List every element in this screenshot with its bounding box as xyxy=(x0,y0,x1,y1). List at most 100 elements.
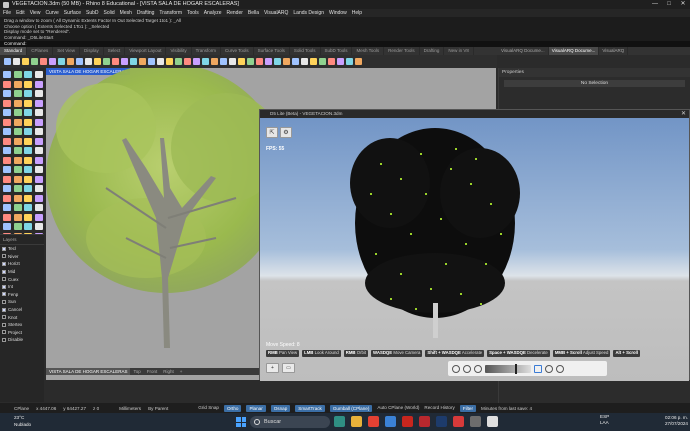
menu-item-visualarq[interactable]: VisualARQ xyxy=(264,9,288,17)
tool-icon[interactable] xyxy=(24,80,32,88)
layer-visibility-checkbox[interactable] xyxy=(2,322,6,327)
toolbar-tab[interactable]: Curve Tools xyxy=(221,47,254,55)
menu-item-subd[interactable]: SubD xyxy=(86,9,99,17)
tool-icon[interactable] xyxy=(3,156,11,164)
tool-icon[interactable] xyxy=(34,185,43,192)
sketchup-icon[interactable] xyxy=(453,416,464,427)
toolbar-button-icon[interactable] xyxy=(202,58,209,65)
close-icon[interactable]: ✕ xyxy=(676,0,690,9)
menu-item-mesh[interactable]: Mesh xyxy=(120,9,132,17)
toolbar-tab[interactable]: Drafting xyxy=(420,47,445,55)
tool-icon[interactable] xyxy=(3,166,11,173)
toolbar-tab[interactable]: New in V8 xyxy=(444,47,474,55)
tool-icon[interactable] xyxy=(13,109,22,116)
weather-widget[interactable]: 23°C Nublado xyxy=(4,413,54,431)
toolbar-button-icon[interactable] xyxy=(328,58,335,65)
layer-row[interactable]: Niver xyxy=(0,253,44,261)
toolbar-button-icon[interactable] xyxy=(58,58,65,65)
edge-icon[interactable] xyxy=(334,416,345,427)
tool-icon[interactable] xyxy=(24,90,32,97)
toolbar-button-icon[interactable] xyxy=(67,58,74,65)
layer-row[interactable]: Tecl xyxy=(0,245,44,253)
d5-exposure-slider[interactable] xyxy=(485,363,531,374)
layer-row[interactable]: Project xyxy=(0,329,44,337)
status-cplane[interactable]: CPlane xyxy=(14,406,29,411)
toolbar-tab[interactable]: Viewport Layout xyxy=(125,47,167,55)
tool-icon[interactable] xyxy=(13,166,22,173)
tool-icon[interactable] xyxy=(34,223,43,230)
selection-dropdown[interactable]: No Selection xyxy=(504,80,685,87)
layer-visibility-checkbox[interactable] xyxy=(2,261,6,266)
tool-icon[interactable] xyxy=(3,147,11,154)
tool-icon[interactable] xyxy=(13,175,22,183)
status-toggle[interactable]: Planar xyxy=(246,404,266,412)
status-toggle[interactable]: Record History xyxy=(424,405,454,412)
tool-icon[interactable] xyxy=(3,118,11,126)
status-toggle[interactable]: Auto CPlane (World) xyxy=(377,405,419,412)
toolbar-tab[interactable]: Standard xyxy=(0,47,28,55)
tool-icon[interactable] xyxy=(13,128,22,135)
d5-sun-icon[interactable] xyxy=(474,364,482,373)
tool-icon[interactable] xyxy=(24,137,32,145)
toolbar-tab[interactable]: SubD Tools xyxy=(321,47,353,55)
d5-settings-icon[interactable]: ⚙ xyxy=(280,127,292,138)
tool-icon[interactable] xyxy=(13,204,22,211)
d5-tree-icon[interactable] xyxy=(545,364,553,373)
toolbar-button-icon[interactable] xyxy=(40,58,47,65)
toolbar-button-icon[interactable] xyxy=(85,58,92,65)
tool-icon[interactable] xyxy=(24,166,32,173)
layer-visibility-checkbox[interactable] xyxy=(2,254,6,259)
d5-close-icon[interactable]: ✕ xyxy=(681,110,686,118)
d5-icon[interactable] xyxy=(487,416,498,427)
menu-item-view[interactable]: View xyxy=(30,9,41,17)
tool-icon[interactable] xyxy=(34,71,43,78)
tool-icon[interactable] xyxy=(3,204,11,211)
tool-icon[interactable] xyxy=(3,223,11,230)
status-toggle[interactable]: Ortho xyxy=(223,404,242,412)
layer-row[interactable]: Mid xyxy=(0,268,44,276)
clock[interactable]: 02:06 p. m. 27/07/2024 xyxy=(656,415,688,427)
d5-adjust-icon[interactable] xyxy=(556,364,564,373)
toolbar-button-icon[interactable] xyxy=(319,58,326,65)
menu-item-lands design[interactable]: Lands Design xyxy=(293,9,324,17)
menu-item-analyze[interactable]: Analyze xyxy=(204,9,222,17)
toolbar-button-icon[interactable] xyxy=(31,58,38,65)
toolbar-tab[interactable]: Set View xyxy=(53,47,80,55)
menu-item-help[interactable]: Help xyxy=(352,9,362,17)
acrobat-icon[interactable] xyxy=(402,416,413,427)
d5-add-icon[interactable]: + xyxy=(266,363,279,373)
toolbar-button-icon[interactable] xyxy=(256,58,263,65)
toolbar-tab[interactable]: Mesh Tools xyxy=(352,47,385,55)
panel-tab[interactable]: VisualARQ Docume... xyxy=(548,47,600,55)
tool-icon[interactable] xyxy=(13,194,22,202)
tool-icon[interactable] xyxy=(3,90,11,97)
toolbar-button-icon[interactable] xyxy=(148,58,155,65)
autocad-icon[interactable] xyxy=(419,416,430,427)
layer-row[interactable]: Sun xyxy=(0,298,44,306)
viewport-tab[interactable]: VISTA SALA DE HOGAR ESCALERAS xyxy=(46,368,131,375)
menu-item-edit[interactable]: Edit xyxy=(16,9,25,17)
viewport-tab[interactable]: Right xyxy=(160,368,177,375)
tool-icon[interactable] xyxy=(24,71,32,78)
tool-icon[interactable] xyxy=(34,90,43,97)
layer-row[interactable]: Fenp xyxy=(0,291,44,299)
toolbar-tab[interactable]: Visibility xyxy=(166,47,192,55)
toolbar-button-icon[interactable] xyxy=(94,58,101,65)
d5-walk-mode-icon[interactable]: ⇱ xyxy=(266,127,278,138)
layer-row[interactable]: Stertex xyxy=(0,321,44,329)
viewport-tab[interactable]: Front xyxy=(144,368,161,375)
tool-icon[interactable] xyxy=(13,80,22,88)
viewport-tab[interactable]: Top xyxy=(130,368,143,375)
toolbar-button-icon[interactable] xyxy=(292,58,299,65)
panel-tab[interactable]: VisualARQ xyxy=(599,47,629,55)
toolbar-tab[interactable]: Surface Tools xyxy=(254,47,290,55)
layer-visibility-checkbox[interactable] xyxy=(2,299,6,304)
toolbar-button-icon[interactable] xyxy=(121,58,128,65)
minimize-icon[interactable]: — xyxy=(648,0,662,9)
layer-row[interactable]: Disable xyxy=(0,336,44,344)
tool-icon[interactable] xyxy=(13,99,22,107)
toolbar-button-icon[interactable] xyxy=(112,58,119,65)
status-toggle[interactable]: Filter xyxy=(459,404,477,412)
toolbar-button-icon[interactable] xyxy=(157,58,164,65)
tool-icon[interactable] xyxy=(24,204,32,211)
